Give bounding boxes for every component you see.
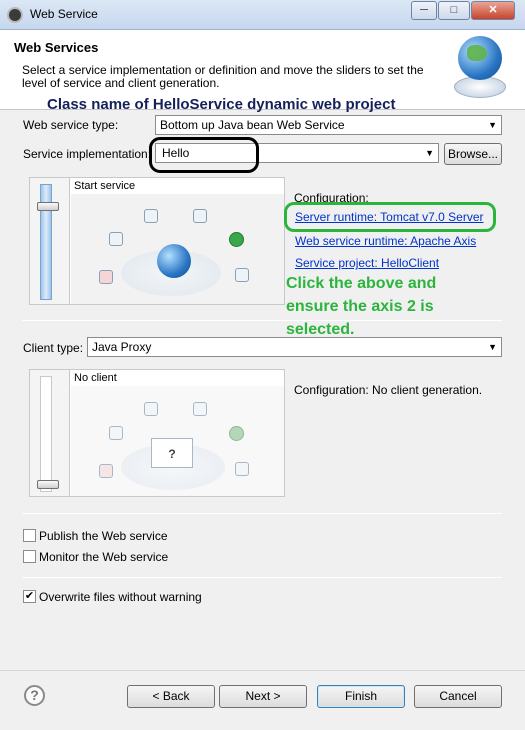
client-type-value: Java Proxy	[92, 340, 152, 354]
minimize-button[interactable]: ─	[411, 1, 437, 20]
cancel-button[interactable]: Cancel	[414, 685, 502, 708]
test-icon	[235, 268, 249, 282]
service-scene-label: Start service	[74, 180, 136, 192]
client-slider-track[interactable]	[40, 376, 52, 492]
chevron-down-icon: ▼	[488, 120, 497, 130]
install-icon	[193, 402, 207, 416]
web-service-type-value: Bottom up Java bean Web Service	[160, 118, 345, 132]
finish-button[interactable]: Finish	[317, 685, 405, 708]
service-implementation-label: Service implementation:	[23, 147, 152, 161]
develop-icon	[99, 464, 113, 478]
overwrite-checkbox[interactable]: ✔	[23, 590, 36, 603]
maximize-button[interactable]: □	[438, 1, 470, 20]
page-title: Web Services	[14, 40, 99, 55]
service-scene	[71, 194, 284, 304]
client-configuration-text: Configuration: No client generation.	[294, 383, 483, 397]
browse-button[interactable]: Browse...	[444, 143, 502, 165]
deploy-icon	[144, 209, 158, 223]
client-type-select[interactable]: Java Proxy ▼	[87, 337, 502, 357]
service-project-link[interactable]: Service project: HelloClient	[295, 256, 439, 270]
annotation-axis-note: Click the above and ensure the axis 2 is…	[286, 275, 437, 338]
publish-label: Publish the Web service	[39, 529, 168, 543]
annotation-ring-implementation	[149, 137, 259, 173]
web-service-type-select[interactable]: Bottom up Java bean Web Service ▼	[155, 115, 502, 135]
client-scene-label: No client	[74, 372, 117, 384]
next-button[interactable]: Next >	[219, 685, 307, 708]
client-slider-panel: No client ?	[29, 369, 285, 497]
package-icon	[109, 426, 123, 440]
client-slider-thumb[interactable]	[37, 480, 59, 489]
globe-icon	[458, 36, 502, 80]
close-button[interactable]: ✕	[471, 1, 515, 20]
client-type-label: Client type:	[23, 341, 84, 355]
page-description: Select a service implementation or defin…	[22, 63, 424, 90]
service-slider-panel: Start service	[29, 177, 285, 305]
overwrite-label: Overwrite files without warning	[39, 590, 202, 604]
start-icon	[229, 232, 244, 247]
checkmark-icon: ✔	[24, 590, 35, 602]
service-slider-thumb[interactable]	[37, 202, 59, 211]
start-icon	[229, 426, 244, 441]
install-icon	[193, 209, 207, 223]
deploy-icon	[144, 402, 158, 416]
back-button[interactable]: < Back	[127, 685, 215, 708]
test-icon	[235, 462, 249, 476]
chevron-down-icon: ▼	[488, 342, 497, 352]
globe-icon	[157, 244, 191, 278]
publish-checkbox[interactable]	[23, 529, 36, 542]
develop-icon	[99, 270, 113, 284]
client-scene: ?	[71, 386, 284, 496]
eclipse-icon	[7, 7, 23, 23]
monitor-checkbox[interactable]	[23, 550, 36, 563]
help-icon[interactable]: ?	[24, 685, 45, 706]
divider	[22, 513, 502, 514]
web-service-type-label: Web service type:	[23, 118, 119, 132]
divider	[22, 320, 502, 321]
web-service-runtime-link[interactable]: Web service runtime: Apache Axis	[295, 234, 476, 248]
chevron-down-icon: ▼	[425, 148, 434, 158]
divider	[22, 577, 502, 578]
client-proxy-icon: ?	[151, 438, 193, 468]
window-title: Web Service	[30, 7, 98, 21]
monitor-label: Monitor the Web service	[39, 550, 169, 564]
package-icon	[109, 232, 123, 246]
footer-divider	[0, 670, 525, 671]
annotation-class-name: Class name of HelloService dynamic web p…	[47, 96, 396, 113]
annotation-ring-server-runtime	[284, 202, 496, 232]
